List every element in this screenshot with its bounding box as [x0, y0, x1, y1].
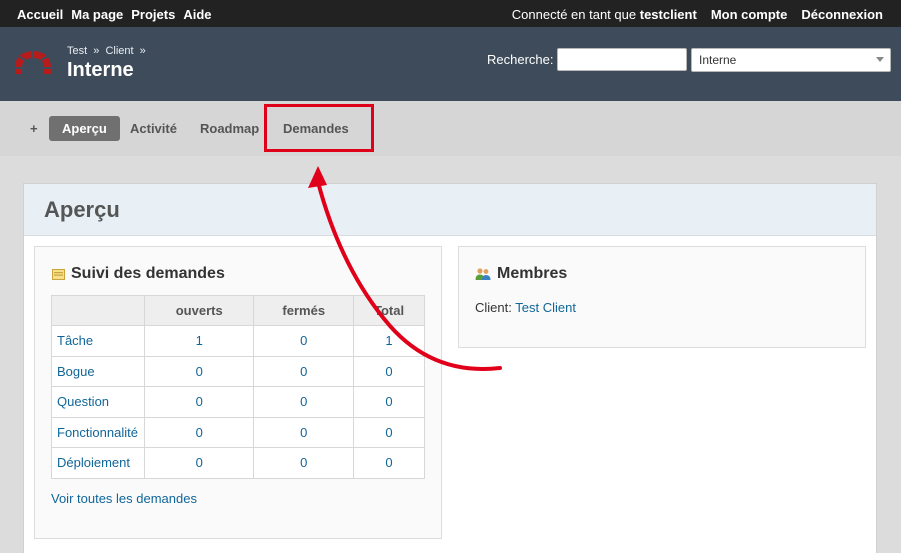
- logged-as-prefix: Connecté en tant que: [511, 7, 637, 22]
- issues-icon: [52, 268, 65, 280]
- total-count-link[interactable]: 0: [353, 355, 425, 387]
- project-title: Interne: [67, 59, 134, 81]
- tab-overview[interactable]: Aperçu: [49, 116, 120, 141]
- top-menu-right: Connecté en tant que testclient Mon comp…: [512, 7, 883, 22]
- top-menu: Accueil Ma page Projets Aide Connecté en…: [0, 0, 901, 27]
- project-jump-value: Interne: [699, 53, 737, 67]
- tab-activity[interactable]: Activité: [117, 116, 190, 141]
- table-row: Question 0 0 0: [51, 386, 425, 418]
- closed-count-link[interactable]: 0: [253, 447, 355, 479]
- members-box-title-text: Membres: [497, 265, 568, 282]
- menu-help-link[interactable]: Aide: [183, 7, 211, 22]
- view-all-issues-link[interactable]: Voir toutes les demandes: [51, 491, 197, 506]
- my-account-link[interactable]: Mon compte: [711, 7, 788, 22]
- closed-count-link[interactable]: 0: [253, 355, 355, 387]
- member-link[interactable]: Test Client: [515, 300, 576, 315]
- column-header-closed: fermés: [253, 295, 355, 326]
- breadcrumb-item-client[interactable]: Client: [105, 45, 133, 57]
- annotation-highlight-box: [264, 104, 374, 152]
- total-count-link[interactable]: 0: [353, 447, 425, 479]
- breadcrumb: Test » Client »: [67, 45, 149, 57]
- issues-box-title: Suivi des demandes: [52, 265, 225, 283]
- issues-tracking-box: Suivi des demandes ouverts fermés Total …: [34, 246, 442, 539]
- issues-table-header: ouverts fermés Total: [51, 295, 425, 326]
- tracker-link[interactable]: Question: [51, 386, 145, 418]
- menu-home-link[interactable]: Accueil: [17, 7, 63, 22]
- members-box: Membres Client: Test Client: [458, 246, 866, 348]
- chevron-down-icon: [876, 57, 884, 62]
- search-label: Recherche:: [487, 52, 554, 67]
- column-header-total: Total: [353, 295, 425, 326]
- tracker-link[interactable]: Tâche: [51, 325, 145, 357]
- breadcrumb-item-test[interactable]: Test: [67, 45, 87, 57]
- open-count-link[interactable]: 0: [143, 355, 255, 387]
- open-count-link[interactable]: 1: [143, 325, 255, 357]
- closed-count-link[interactable]: 0: [253, 325, 355, 357]
- open-count-link[interactable]: 0: [143, 416, 255, 448]
- member-role-label: Client:: [475, 300, 512, 315]
- tab-roadmap[interactable]: Roadmap: [187, 116, 272, 141]
- top-menu-left: Accueil Ma page Projets Aide: [17, 7, 212, 22]
- issues-box-title-text: Suivi des demandes: [71, 265, 225, 282]
- menu-my-page-link[interactable]: Ma page: [71, 7, 123, 22]
- closed-count-link[interactable]: 0: [253, 386, 355, 418]
- tracker-link[interactable]: Bogue: [51, 355, 145, 387]
- redmine-logo-icon: [15, 51, 51, 74]
- total-count-link[interactable]: 0: [353, 416, 425, 448]
- project-jump-select[interactable]: Interne: [691, 48, 891, 72]
- table-row: Déploiement 0 0 0: [51, 447, 425, 479]
- logged-as-user: testclient: [639, 7, 697, 22]
- content-header: Aperçu: [24, 184, 876, 236]
- page-title: Aperçu: [44, 197, 120, 222]
- tracker-link[interactable]: Fonctionnalité: [51, 416, 145, 448]
- column-header-tracker: [51, 295, 145, 326]
- tab-new[interactable]: +: [17, 116, 51, 141]
- members-icon: [475, 268, 491, 280]
- members-box-title: Membres: [475, 265, 567, 283]
- logged-as-text: Connecté en tant que testclient: [512, 7, 697, 22]
- menu-projects-link[interactable]: Projets: [131, 7, 175, 22]
- open-count-link[interactable]: 0: [143, 386, 255, 418]
- total-count-link[interactable]: 0: [353, 386, 425, 418]
- tracker-link[interactable]: Déploiement: [51, 447, 145, 479]
- members-role-line: Client: Test Client: [475, 300, 576, 315]
- table-row: Bogue 0 0 0: [51, 355, 425, 387]
- header: Test » Client » Interne Recherche: Inter…: [0, 27, 901, 101]
- main-menu: + Aperçu Activité Roadmap Demandes: [0, 101, 901, 156]
- column-header-open: ouverts: [143, 295, 255, 326]
- search-input[interactable]: [557, 48, 687, 71]
- table-row: Fonctionnalité 0 0 0: [51, 416, 425, 448]
- open-count-link[interactable]: 0: [143, 447, 255, 479]
- table-row: Tâche 1 0 1: [51, 325, 425, 357]
- closed-count-link[interactable]: 0: [253, 416, 355, 448]
- total-count-link[interactable]: 1: [353, 325, 425, 357]
- content: Aperçu Suivi des demandes ouverts fermés…: [23, 183, 877, 553]
- logout-link[interactable]: Déconnexion: [801, 7, 883, 22]
- breadcrumb-separator: »: [93, 45, 100, 57]
- breadcrumb-separator: »: [139, 45, 146, 57]
- issues-table: ouverts fermés Total Tâche 1 0 1 Bogue 0…: [51, 295, 425, 479]
